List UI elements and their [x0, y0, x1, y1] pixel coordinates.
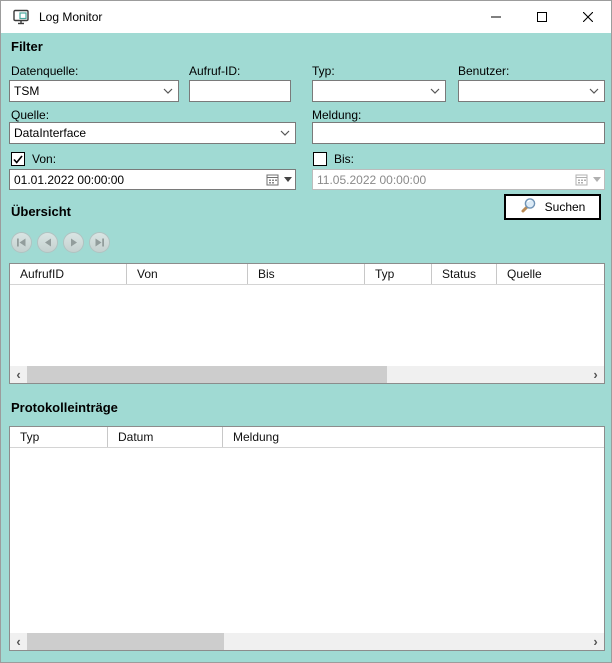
datenquelle-label: Datenquelle: — [11, 64, 78, 78]
bis-datepicker: 11.05.2022 00:00:00 — [312, 169, 605, 190]
dropdown-arrow-icon — [590, 177, 604, 182]
quelle-value: DataInterface — [10, 126, 275, 140]
typ-select[interactable] — [312, 80, 446, 102]
column-header-typ[interactable]: Typ — [365, 264, 432, 284]
scroll-right-icon[interactable]: › — [587, 633, 604, 650]
column-header-von[interactable]: Von — [127, 264, 248, 284]
datenquelle-value: TSM — [10, 84, 158, 98]
meldung-label: Meldung: — [312, 108, 361, 122]
typ-label: Typ: — [312, 64, 335, 78]
calendar-icon[interactable] — [263, 171, 281, 188]
bis-date-value: 11.05.2022 00:00:00 — [313, 173, 572, 187]
uebersicht-scroll-track[interactable] — [27, 366, 587, 383]
scroll-right-icon[interactable]: › — [587, 366, 604, 383]
chevron-down-icon — [584, 88, 604, 94]
chevron-down-icon — [425, 88, 445, 94]
log-monitor-window: Log Monitor Filter Datenquelle: TSM Aufr… — [0, 0, 612, 663]
column-header-typ[interactable]: Typ — [10, 427, 108, 447]
aufruf-id-input[interactable] — [189, 80, 291, 102]
von-checkbox-row: Von: — [11, 152, 56, 166]
calendar-icon — [572, 171, 590, 188]
aufruf-id-label: Aufruf-ID: — [189, 64, 240, 78]
von-datepicker[interactable]: 01.01.2022 00:00:00 — [9, 169, 296, 190]
window-title: Log Monitor — [39, 10, 102, 24]
von-date-value: 01.01.2022 00:00:00 — [10, 173, 263, 187]
chevron-down-icon — [158, 88, 178, 94]
bis-checkbox[interactable] — [313, 152, 327, 166]
column-header-quelle[interactable]: Quelle — [497, 264, 604, 284]
filter-heading: Filter — [11, 39, 43, 54]
suchen-button[interactable]: Suchen — [504, 194, 601, 220]
bis-label: Bis: — [334, 152, 354, 166]
benutzer-select[interactable] — [458, 80, 605, 102]
title-bar[interactable]: Log Monitor — [1, 1, 611, 33]
uebersicht-table-body[interactable] — [10, 285, 604, 366]
log-monitor-app-icon — [13, 9, 31, 25]
von-label: Von: — [32, 152, 56, 166]
protokoll-heading: Protokolleinträge — [11, 400, 118, 415]
minimize-button[interactable] — [473, 1, 519, 33]
previous-record-button[interactable] — [37, 232, 58, 253]
search-icon — [520, 197, 537, 217]
column-header-aufrufid[interactable]: AufrufID — [10, 264, 127, 284]
protokoll-table-body[interactable] — [10, 448, 604, 631]
protokoll-table-header: Typ Datum Meldung — [10, 427, 604, 448]
maximize-button[interactable] — [519, 1, 565, 33]
uebersicht-scroll-thumb[interactable] — [27, 366, 387, 383]
column-header-bis[interactable]: Bis — [248, 264, 365, 284]
uebersicht-heading: Übersicht — [11, 204, 71, 219]
uebersicht-table-header: AufrufID Von Bis Typ Status Quelle — [10, 264, 604, 285]
uebersicht-hscrollbar[interactable]: ‹ › — [10, 366, 604, 383]
column-header-datum[interactable]: Datum — [108, 427, 223, 447]
next-record-button[interactable] — [63, 232, 84, 253]
protokoll-scroll-track[interactable] — [27, 633, 587, 650]
protokoll-hscrollbar[interactable]: ‹ › — [10, 633, 604, 650]
last-record-button[interactable] — [89, 232, 110, 253]
close-button[interactable] — [565, 1, 611, 33]
scroll-left-icon[interactable]: ‹ — [10, 366, 27, 383]
column-header-meldung[interactable]: Meldung — [223, 427, 604, 447]
first-record-button[interactable] — [11, 232, 32, 253]
protokoll-table: Typ Datum Meldung ‹ › — [9, 426, 605, 651]
von-checkbox[interactable] — [11, 152, 25, 166]
window-controls — [473, 1, 611, 33]
scroll-left-icon[interactable]: ‹ — [10, 633, 27, 650]
meldung-input[interactable] — [312, 122, 605, 144]
dropdown-arrow-icon[interactable] — [281, 177, 295, 182]
uebersicht-table: AufrufID Von Bis Typ Status Quelle ‹ › — [9, 263, 605, 384]
benutzer-label: Benutzer: — [458, 64, 509, 78]
quelle-label: Quelle: — [11, 108, 49, 122]
chevron-down-icon — [275, 130, 295, 136]
quelle-select[interactable]: DataInterface — [9, 122, 296, 144]
suchen-button-label: Suchen — [545, 200, 586, 214]
datenquelle-select[interactable]: TSM — [9, 80, 179, 102]
column-header-status[interactable]: Status — [432, 264, 497, 284]
protokoll-scroll-thumb[interactable] — [27, 633, 224, 650]
bis-checkbox-row: Bis: — [313, 152, 354, 166]
